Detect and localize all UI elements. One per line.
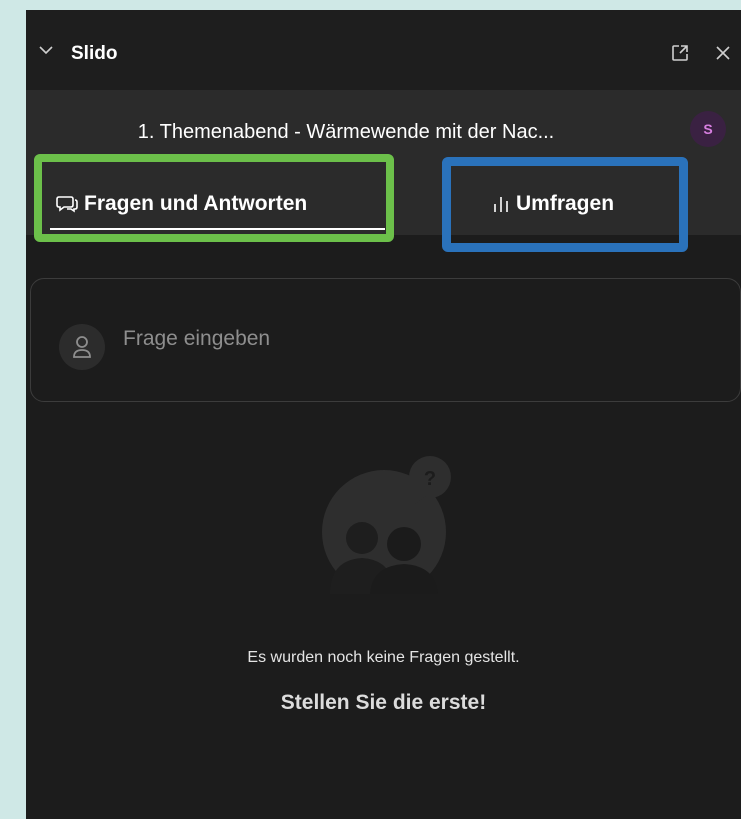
highlight-questions-tab [34,154,394,242]
chevron-down-icon[interactable] [38,44,54,56]
event-title: 1. Themenabend - Wärmewende mit der Nac.… [137,121,555,143]
no-questions-illustration: ? [322,456,451,594]
question-input[interactable]: Frage eingeben [30,278,741,402]
slido-panel: Slido 1. Themenabend - Wärmewende mit de… [26,10,741,819]
panel-topbar: Slido [26,10,741,90]
empty-state-message: Es wurden noch keine Fragen gestellt. [247,649,520,666]
user-icon [73,336,91,358]
anonymous-user-avatar [59,324,105,370]
question-input-placeholder: Frage eingeben [123,327,271,350]
app-title: Slido [71,43,118,64]
highlight-polls-tab [442,157,688,252]
popout-icon[interactable] [670,43,690,63]
close-icon[interactable] [714,44,732,62]
svg-text:?: ? [424,468,436,490]
user-avatar[interactable]: S [690,111,726,147]
empty-state-cta: Stellen Sie die erste! [280,691,487,714]
